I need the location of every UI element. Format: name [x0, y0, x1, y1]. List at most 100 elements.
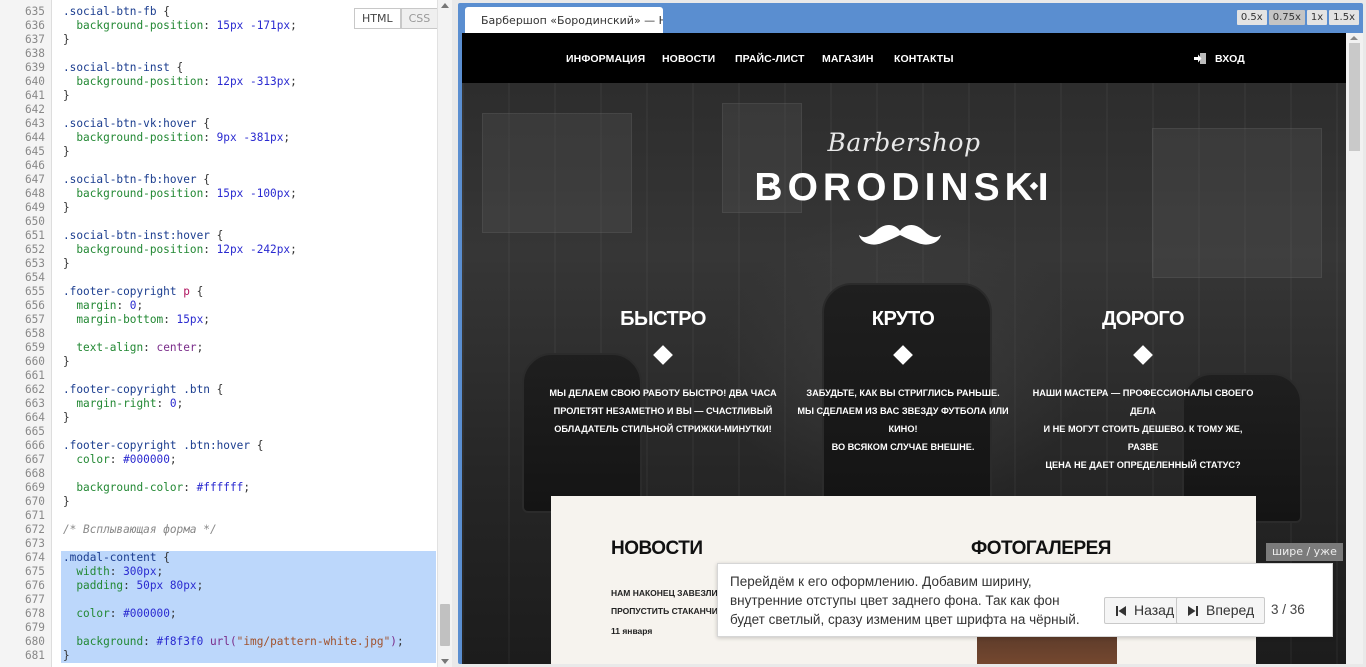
- code-line[interactable]: 653}: [0, 257, 436, 271]
- code-line[interactable]: 648 background-position: 15px -100px;: [0, 187, 436, 201]
- code-line[interactable]: 670}: [0, 495, 436, 509]
- code-line[interactable]: 672 /* Всплывающая форма */: [0, 523, 436, 537]
- line-number: 673: [24, 537, 45, 550]
- code-line[interactable]: 659 text-align: center;: [0, 341, 436, 355]
- code-line[interactable]: 645}: [0, 145, 436, 159]
- code-line[interactable]: 675 width: 300px;: [0, 565, 436, 579]
- scroll-thumb[interactable]: [1349, 43, 1360, 151]
- news-item-link[interactable]: НАМ НАКОНЕЦ ЗАВЕЗЛИ ЯГ: [611, 588, 731, 598]
- code-line[interactable]: 638: [0, 47, 436, 61]
- editor-scrollbar[interactable]: [437, 0, 452, 667]
- line-number: 681: [24, 649, 45, 662]
- nav-item-news[interactable]: НОВОСТИ: [662, 53, 715, 65]
- code-text: text-align: center;: [76, 341, 204, 354]
- html-mode-button[interactable]: HTML: [354, 8, 401, 29]
- login-icon: [1194, 53, 1206, 64]
- code-line[interactable]: 668: [0, 467, 436, 481]
- code-line[interactable]: 642: [0, 103, 436, 117]
- feature-text: НАШИ МАСТЕРА — ПРОФЕССИОНАЛЫ СВОЕГО ДЕЛА…: [1032, 388, 1254, 470]
- brand-logo-text: BORODINSKI: [754, 166, 1054, 209]
- code-text: background-position: 12px -313px;: [76, 75, 297, 88]
- code-line[interactable]: 652 background-position: 12px -242px;: [0, 243, 436, 257]
- zoom-1x-button[interactable]: 1x: [1306, 10, 1328, 25]
- code-text: .social-btn-fb:hover {: [63, 173, 210, 186]
- zoom-1-5x-button[interactable]: 1.5x: [1329, 10, 1359, 25]
- scroll-up-arrow-icon[interactable]: [441, 3, 449, 8]
- news-item-link[interactable]: ПРОПУСТИТЬ СТАКАНЧИК В: [611, 606, 732, 616]
- code-line[interactable]: 650: [0, 215, 436, 229]
- code-line[interactable]: 676 padding: 50px 80px;: [0, 579, 436, 593]
- login-link[interactable]: ВХОД: [1215, 53, 1245, 65]
- line-number: 672: [24, 523, 45, 536]
- css-mode-button[interactable]: CSS: [400, 8, 439, 29]
- code-line[interactable]: 641}: [0, 89, 436, 103]
- code-line[interactable]: 663 margin-right: 0;: [0, 397, 436, 411]
- code-text: color: #000000;: [76, 453, 177, 466]
- code-line[interactable]: 656 margin: 0;: [0, 299, 436, 313]
- zoom-0-5x-button[interactable]: 0.5x: [1236, 10, 1267, 25]
- code-line[interactable]: 655 .footer-copyright p {: [0, 285, 436, 299]
- code-line[interactable]: 657 margin-bottom: 15px;: [0, 313, 436, 327]
- scroll-down-arrow-icon[interactable]: [441, 659, 449, 664]
- code-line[interactable]: 671: [0, 509, 436, 523]
- code-area[interactable]: 635 .social-btn-fb {636 background-positi…: [0, 5, 436, 663]
- gallery-heading: ФОТОГАЛЕРЕЯ: [971, 538, 1111, 559]
- code-text: width: 300px;: [76, 565, 164, 578]
- preview-scrollbar[interactable]: [1346, 33, 1363, 664]
- code-line[interactable]: 680 background: #f8f3f0 url("img/pattern…: [0, 635, 436, 649]
- preview-tab[interactable]: Барбершоп «Бородинский» — HTML: [465, 7, 663, 34]
- scroll-up-arrow-icon[interactable]: [1350, 36, 1358, 40]
- line-number: 656: [24, 299, 45, 312]
- code-line[interactable]: 649}: [0, 201, 436, 215]
- diamond-icon: [1133, 345, 1153, 365]
- line-number: 649: [24, 201, 45, 214]
- feature-title: КРУТО: [871, 308, 935, 330]
- line-number: 647: [24, 173, 45, 186]
- code-line[interactable]: 651 .social-btn-inst:hover {: [0, 229, 436, 243]
- nav-item-contacts[interactable]: КОНТАКТЫ: [894, 53, 954, 65]
- code-line[interactable]: 669 background-color: #ffffff;: [0, 481, 436, 495]
- code-text: }: [63, 145, 70, 158]
- wider-narrower-toggle[interactable]: шире / уже: [1266, 543, 1343, 561]
- code-line[interactable]: 640 background-position: 12px -313px;: [0, 75, 436, 89]
- code-line[interactable]: 666 .footer-copyright .btn:hover {: [0, 439, 436, 453]
- code-line[interactable]: 637}: [0, 33, 436, 47]
- code-line[interactable]: 646: [0, 159, 436, 173]
- code-line[interactable]: 667 color: #000000;: [0, 453, 436, 467]
- code-line[interactable]: 647 .social-btn-fb:hover {: [0, 173, 436, 187]
- code-line[interactable]: 644 background-position: 9px -381px;: [0, 131, 436, 145]
- nav-item-shop[interactable]: МАГАЗИН: [822, 53, 874, 65]
- code-line[interactable]: 673: [0, 537, 436, 551]
- forward-button[interactable]: Вперед: [1176, 597, 1265, 624]
- code-line[interactable]: 639 .social-btn-inst {: [0, 61, 436, 75]
- code-line[interactable]: 662 .footer-copyright .btn {: [0, 383, 436, 397]
- zoom-0-75x-button[interactable]: 0.75x: [1268, 10, 1305, 25]
- code-line[interactable]: 674 .modal-content {: [0, 551, 436, 565]
- code-line[interactable]: 658: [0, 327, 436, 341]
- line-number: 668: [24, 467, 45, 480]
- back-button[interactable]: Назад: [1104, 597, 1183, 624]
- code-editor[interactable]: 635 .social-btn-fb {636 background-positi…: [0, 0, 452, 667]
- line-number: 670: [24, 495, 45, 508]
- code-text: .social-btn-inst:hover {: [63, 229, 224, 242]
- code-line[interactable]: 679: [0, 621, 436, 635]
- line-number: 671: [24, 509, 45, 522]
- line-number: 659: [24, 341, 45, 354]
- code-line[interactable]: 664}: [0, 411, 436, 425]
- code-text: }: [63, 411, 70, 424]
- line-number: 661: [24, 369, 45, 382]
- nav-item-price[interactable]: ПРАЙС-ЛИСТ: [735, 53, 805, 65]
- line-number: 678: [24, 607, 45, 620]
- line-number: 641: [24, 89, 45, 102]
- code-line[interactable]: 661: [0, 369, 436, 383]
- code-line[interactable]: 665: [0, 425, 436, 439]
- nav-item-info[interactable]: ИНФОРМАЦИЯ: [566, 53, 645, 65]
- code-line[interactable]: 660}: [0, 355, 436, 369]
- code-line[interactable]: 654: [0, 271, 436, 285]
- scroll-thumb[interactable]: [440, 604, 450, 646]
- code-line[interactable]: 643 .social-btn-vk:hover {: [0, 117, 436, 131]
- code-line[interactable]: 678 color: #000000;: [0, 607, 436, 621]
- code-text: background-position: 12px -242px;: [76, 243, 297, 256]
- code-line[interactable]: 681}: [0, 649, 436, 663]
- code-line[interactable]: 677: [0, 593, 436, 607]
